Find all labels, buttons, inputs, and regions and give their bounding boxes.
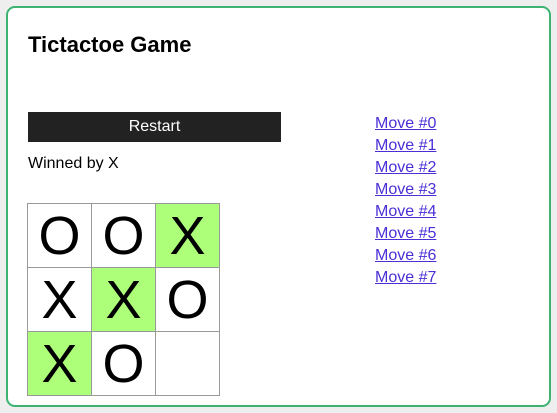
board-cell[interactable]: X	[28, 332, 92, 396]
game-board: O O X X X O X O	[27, 203, 220, 396]
move-history-list: Move #0 Move #1 Move #2 Move #3 Move #4 …	[375, 113, 436, 289]
board-cell[interactable]: X	[156, 204, 220, 268]
move-list-item: Move #3	[375, 179, 436, 201]
board-cell[interactable]	[156, 332, 220, 396]
page-title: Tictactoe Game	[28, 32, 192, 57]
move-list-item: Move #0	[375, 113, 436, 135]
move-list-item: Move #5	[375, 223, 436, 245]
move-link-7[interactable]: Move #7	[375, 269, 436, 286]
board-cell[interactable]: O	[92, 204, 156, 268]
game-card: Tictactoe Game Restart Winned by X O O X…	[6, 6, 551, 407]
move-list-item: Move #1	[375, 135, 436, 157]
board-cell[interactable]: X	[28, 268, 92, 332]
move-link-5[interactable]: Move #5	[375, 225, 436, 242]
board-cell[interactable]: O	[28, 204, 92, 268]
move-list-item: Move #6	[375, 245, 436, 267]
move-link-0[interactable]: Move #0	[375, 115, 436, 132]
board-cell[interactable]: O	[156, 268, 220, 332]
move-list-item: Move #2	[375, 157, 436, 179]
board-cell[interactable]: O	[92, 332, 156, 396]
board-cell[interactable]: X	[92, 268, 156, 332]
move-list-item: Move #7	[375, 267, 436, 289]
move-link-3[interactable]: Move #3	[375, 181, 436, 198]
move-link-6[interactable]: Move #6	[375, 247, 436, 264]
restart-button[interactable]: Restart	[28, 112, 281, 142]
game-status: Winned by X	[28, 155, 119, 172]
move-link-4[interactable]: Move #4	[375, 203, 436, 220]
move-link-1[interactable]: Move #1	[375, 137, 436, 154]
move-link-2[interactable]: Move #2	[375, 159, 436, 176]
move-list-item: Move #4	[375, 201, 436, 223]
